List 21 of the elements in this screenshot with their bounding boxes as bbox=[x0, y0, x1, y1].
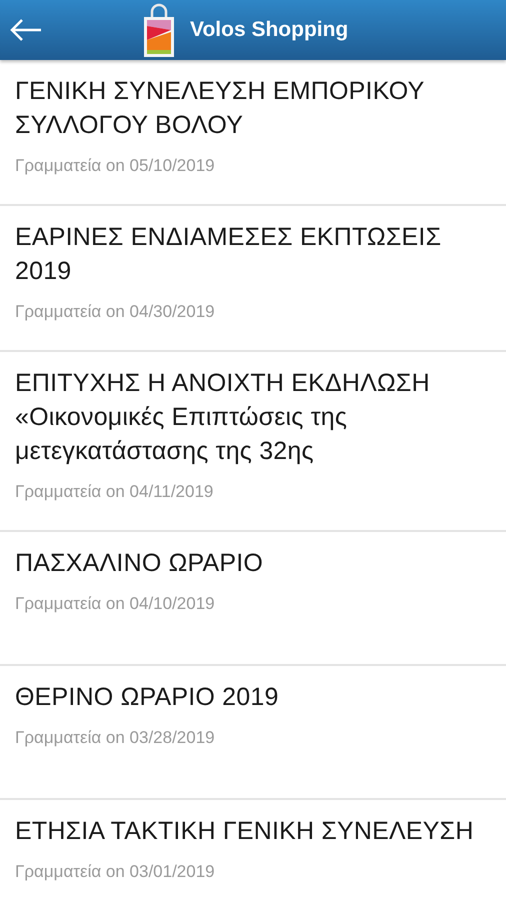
app-title: Volos Shopping bbox=[190, 18, 348, 42]
post-title: ΕΠΙΤΥΧΗΣ Η ΑΝΟΙΧΤΗ ΕΚΔΗΛΩΣΗ «Οικονομικές Επιπτώσεις της μετεγκατάστασης της 32ης bbox=[15, 368, 431, 467]
post-title: ΘΕΡΙΝΟ ΩΡΑΡΙΟ 2019 bbox=[15, 682, 280, 713]
post-title: ΕΤΗΣΙΑ ΤΑΚΤΙΚΗ ΓΕΝΙΚΗ ΣΥΝΕΛΕΥΣΗ bbox=[15, 816, 475, 847]
back-arrow-icon bbox=[9, 18, 43, 42]
post-meta: Γραμματεία on 03/01/2019 bbox=[15, 861, 216, 883]
post-item[interactable]: ΕΑΡΙΝΕΣ ΕΝΔΙΑΜΕΣΕΣ ΕΚΠΤΩΣΕΙΣ 2019 Γραμματεία on 04/30/2019 bbox=[0, 206, 506, 352]
post-meta: Γραμματεία on 04/11/2019 bbox=[15, 481, 214, 503]
post-title: ΕΑΡΙΝΕΣ ΕΝΔΙΑΜΕΣΕΣ ΕΚΠΤΩΣΕΙΣ 2019 bbox=[15, 222, 442, 287]
post-item[interactable]: ΘΕΡΙΝΟ ΩΡΑΡΙΟ 2019 Γραμματεία on 03/28/2019 bbox=[0, 666, 506, 800]
post-title: ΓΕΝΙΚΗ ΣΥΝΕΛΕΥΣΗ ΕΜΠΟΡΙΚΟΥ ΣΥΛΛΟΓΟΥ ΒΟΛΟΥ bbox=[15, 76, 426, 141]
shopping-bag-logo-icon bbox=[142, 2, 176, 58]
post-item[interactable]: ΓΕΝΙΚΗ ΣΥΝΕΛΕΥΣΗ ΕΜΠΟΡΙΚΟΥ ΣΥΛΛΟΓΟΥ ΒΟΛΟΥ Γραμματεία on 05/10/2019 bbox=[0, 60, 506, 206]
post-item[interactable]: ΕΤΗΣΙΑ ΤΑΚΤΙΚΗ ΓΕΝΙΚΗ ΣΥΝΕΛΕΥΣΗ Γραμματεία on 03/01/2019 bbox=[0, 800, 506, 900]
post-meta: Γραμματεία on 04/30/2019 bbox=[15, 301, 216, 323]
post-title: ΠΑΣΧΑΛΙΝΟ ΩΡΑΡΙΟ bbox=[15, 548, 264, 579]
post-meta: Γραμματεία on 04/10/2019 bbox=[15, 593, 216, 615]
post-meta: Γραμματεία on 03/28/2019 bbox=[15, 727, 216, 749]
post-item[interactable]: ΠΑΣΧΑΛΙΝΟ ΩΡΑΡΙΟ Γραμματεία on 04/10/2019 bbox=[0, 532, 506, 666]
post-meta: Γραμματεία on 05/10/2019 bbox=[15, 155, 216, 177]
post-item[interactable]: ΕΠΙΤΥΧΗΣ Η ΑΝΟΙΧΤΗ ΕΚΔΗΛΩΣΗ «Οικονομικές Επιπτώσεις της μετεγκατάστασης της 32ης Γραμματεία on 04/11/2019 bbox=[0, 352, 506, 532]
